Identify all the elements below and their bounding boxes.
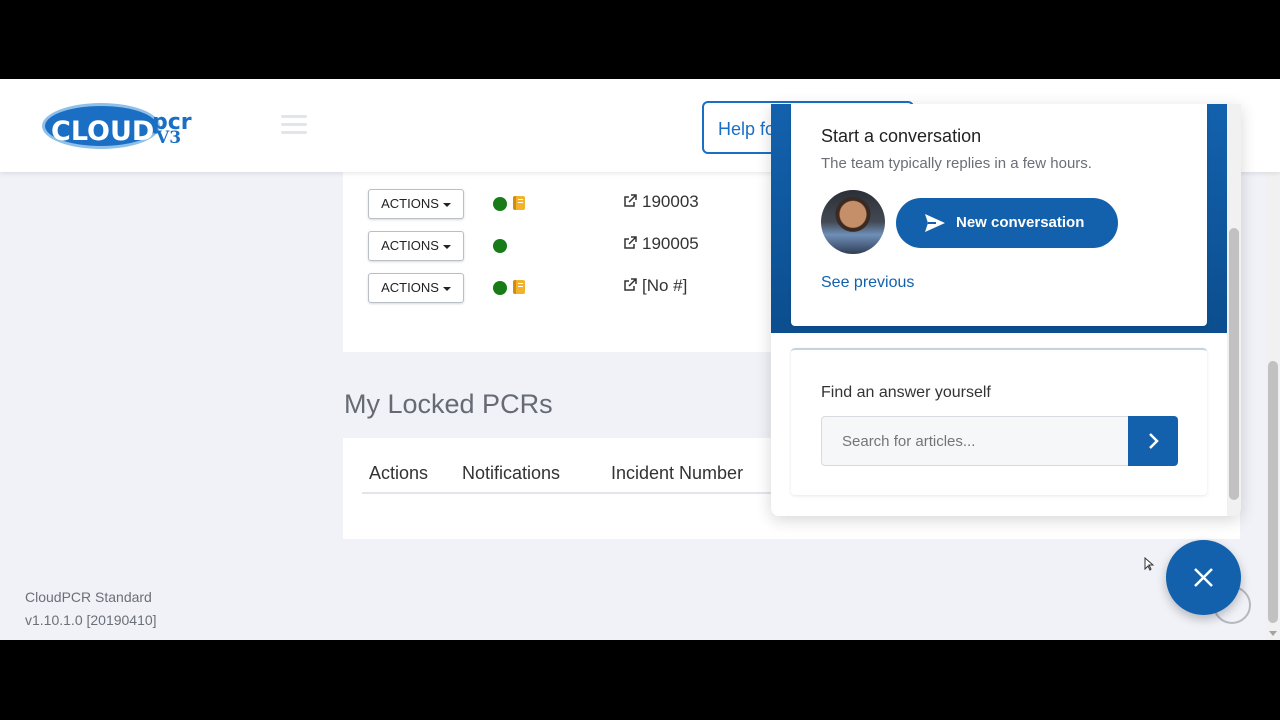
status-dot-icon (493, 281, 507, 295)
find-answer-title: Find an answer yourself (821, 384, 991, 401)
reply-time-text: The team typically replies in a few hour… (821, 155, 1092, 172)
see-previous-link[interactable]: See previous (821, 274, 914, 292)
caret-down-icon (442, 202, 451, 207)
find-answer-card: Find an answer yourself (791, 348, 1207, 495)
caret-down-icon (442, 286, 451, 291)
article-search-input[interactable] (821, 416, 1129, 466)
incident-number-link[interactable]: [No #] (623, 276, 687, 296)
note-book-icon[interactable] (513, 196, 525, 210)
new-conversation-button[interactable]: New conversation (896, 198, 1118, 248)
column-header-notifications: Notifications (462, 463, 561, 483)
app-footer: CloudPCR Standard v1.10.1.0 [20190410] (25, 586, 157, 632)
incident-number-link[interactable]: 190003 (623, 192, 699, 212)
chat-scrollbar-thumb[interactable] (1229, 228, 1239, 500)
incident-number-link[interactable]: 190005 (623, 234, 699, 254)
logo-oval: CLOUD (42, 103, 160, 149)
note-book-icon[interactable] (513, 280, 525, 294)
chat-scrollbar[interactable] (1227, 104, 1241, 516)
external-link-icon (624, 236, 637, 249)
start-conversation-title: Start a conversation (821, 126, 982, 146)
actions-dropdown-button[interactable]: ACTIONS (368, 273, 464, 303)
search-submit-button[interactable] (1128, 416, 1178, 466)
start-conversation-card: Start a conversation The team typically … (791, 104, 1207, 326)
send-icon (925, 214, 945, 232)
app-viewport: CLOUD pcr V3 Help fo ACTIONS 190003 ACTI… (0, 79, 1280, 640)
column-header-actions: Actions (369, 463, 429, 483)
caret-down-icon (442, 244, 451, 249)
status-dot-icon (493, 239, 507, 253)
external-link-icon (624, 278, 637, 291)
team-member-avatar (821, 190, 885, 254)
mouse-cursor-icon (1144, 557, 1154, 571)
cloudpcr-logo[interactable]: CLOUD pcr V3 (42, 101, 192, 151)
scroll-down-arrow-icon[interactable] (1269, 631, 1277, 636)
column-header-incident-number: Incident Number (611, 463, 744, 483)
product-name: CloudPCR Standard (25, 589, 152, 605)
actions-dropdown-button[interactable]: ACTIONS (368, 189, 464, 219)
chevron-right-icon (1149, 433, 1159, 449)
logo-cloud-text: CLOUD (51, 116, 155, 147)
version-text: v1.10.1.0 [20190410] (25, 612, 157, 628)
scrollbar-thumb[interactable] (1268, 361, 1278, 623)
close-icon (1194, 568, 1213, 587)
status-dot-icon (493, 197, 507, 211)
chat-widget: Start a conversation The team typically … (771, 104, 1241, 516)
table-divider (362, 492, 782, 494)
locked-pcrs-title: My Locked PCRs (344, 389, 553, 419)
actions-dropdown-button[interactable]: ACTIONS (368, 231, 464, 261)
logo-version-text: V3 (156, 128, 182, 148)
external-link-icon (624, 194, 637, 207)
close-chat-button[interactable] (1166, 540, 1241, 615)
hamburger-menu-icon[interactable] (281, 115, 307, 135)
